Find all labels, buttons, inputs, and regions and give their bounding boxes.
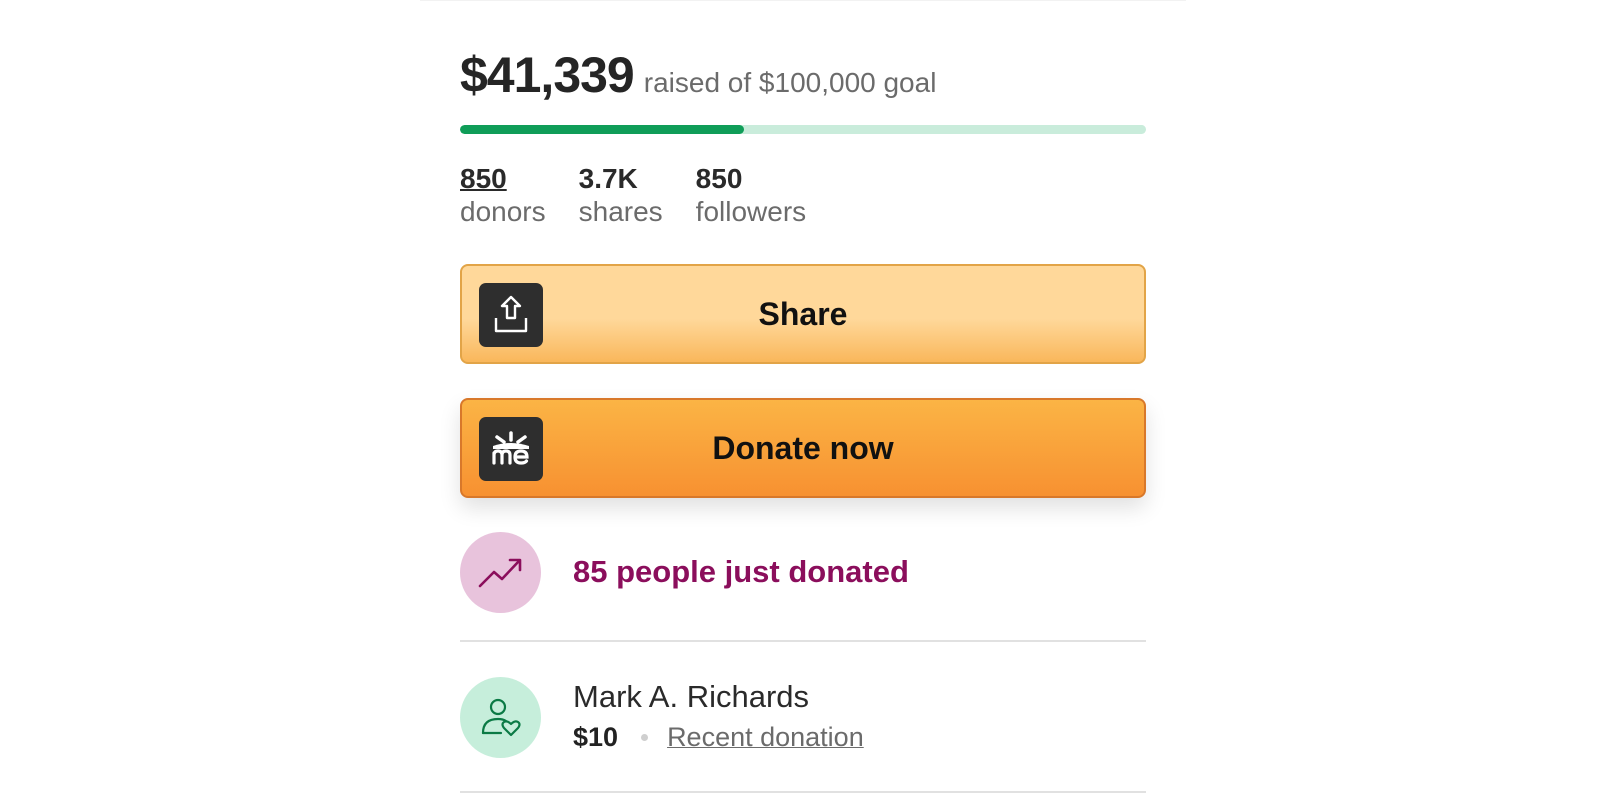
- donor-meta: $10 Recent donation: [573, 722, 864, 753]
- stat-donors[interactable]: 850 donors: [460, 162, 546, 228]
- amount-raised-row: $41,339 raised of $100,000 goal: [460, 46, 936, 104]
- progress-fill: [460, 125, 744, 134]
- donor-name: Mark A. Richards: [573, 678, 810, 714]
- recent-activity-row: 85 people just donated: [460, 531, 1146, 613]
- separator-dot: [641, 733, 649, 741]
- recent-donation-row: Mark A. Richards $10 Recent donation: [460, 676, 1146, 758]
- donor-info: Mark A. Richards $10 Recent donation: [573, 678, 864, 753]
- divider: [460, 791, 1146, 793]
- shares-count: 3.7K: [578, 163, 638, 194]
- share-button-label: Share: [758, 295, 848, 332]
- donors-count[interactable]: 850: [460, 162, 546, 196]
- stats-row: 850 donors 3.7K shares 850 followers: [460, 162, 806, 228]
- donor-heart-icon: [460, 676, 541, 758]
- donation-activity-text: 85 people just donated: [573, 554, 909, 589]
- donors-label: donors: [460, 196, 546, 227]
- followers-count: 850: [695, 163, 743, 194]
- amount-raised: $41,339: [460, 47, 635, 103]
- share-button[interactable]: Share: [460, 264, 1146, 364]
- shares-label: shares: [578, 196, 663, 227]
- top-divider: [420, 0, 1186, 1]
- stat-shares: 3.7K shares: [579, 162, 663, 228]
- recent-donation-link[interactable]: Recent donation: [667, 722, 864, 753]
- donation-amount: $10: [573, 721, 619, 752]
- trending-up-icon: [460, 531, 541, 613]
- divider: [460, 640, 1146, 642]
- gofundme-logo-icon: [479, 417, 543, 481]
- goal-caption: raised of $100,000 goal: [643, 67, 937, 98]
- followers-label: followers: [695, 196, 807, 227]
- donate-button-label: Donate now: [712, 429, 894, 466]
- progress-bar: [460, 125, 1146, 134]
- donate-now-button[interactable]: Donate now: [460, 398, 1146, 498]
- share-upload-icon: [479, 283, 543, 347]
- stat-followers: 850 followers: [696, 162, 806, 228]
- donation-sidebar-card: $41,339 raised of $100,000 goal 850 dono…: [420, 0, 1186, 800]
